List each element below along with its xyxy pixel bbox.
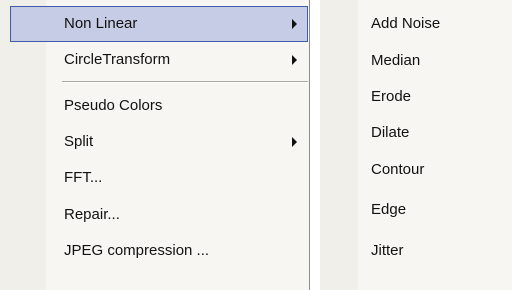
submenu-item-label: Add Noise: [371, 15, 441, 32]
menu-item-label: Repair...: [64, 206, 120, 223]
menu-item-fft[interactable]: FFT...: [10, 160, 308, 196]
submenu-item-label: Median: [371, 52, 421, 69]
menu-separator: [62, 81, 308, 83]
submenu-item-median[interactable]: Median: [320, 43, 512, 79]
submenu-item-jitter[interactable]: Jitter: [320, 233, 512, 269]
submenu-item-label: Edge: [371, 201, 407, 218]
submenu-item-erode[interactable]: Erode: [320, 79, 512, 115]
menu-item-split[interactable]: Split: [10, 124, 308, 160]
submenu-item-dilate[interactable]: Dilate: [320, 115, 512, 151]
chevron-right-icon: [292, 55, 297, 65]
menu-item-label: Non Linear: [64, 15, 138, 32]
menu-item-label: JPEG compression ...: [64, 242, 210, 259]
menu-item-label: Split: [64, 133, 94, 150]
menu-border: [309, 0, 310, 290]
menu-item-jpeg-compression[interactable]: JPEG compression ...: [10, 233, 308, 269]
submenu-item-edge[interactable]: Edge: [320, 192, 512, 228]
non-linear-submenu: Add Noise Median Erode Dilate Contour Ed…: [320, 0, 512, 290]
menu-item-label: Pseudo Colors: [64, 97, 163, 114]
submenu-item-label: Contour: [371, 161, 425, 178]
menu-item-label: CircleTransform: [64, 51, 171, 68]
menu-item-circle-transform[interactable]: CircleTransform: [10, 42, 308, 78]
filters-menu: Non Linear CircleTransform Pseudo Colors…: [0, 0, 310, 290]
submenu-item-contour[interactable]: Contour: [320, 152, 512, 188]
menu-item-label: FFT...: [64, 169, 103, 186]
menu-item-non-linear[interactable]: Non Linear: [10, 6, 308, 42]
chevron-right-icon: [292, 19, 297, 29]
submenu-item-label: Erode: [371, 88, 412, 105]
chevron-right-icon: [292, 137, 297, 147]
menu-item-repair[interactable]: Repair...: [10, 197, 308, 233]
submenu-item-label: Dilate: [371, 124, 410, 141]
submenu-item-label: Jitter: [371, 242, 404, 259]
menu-item-pseudo-colors[interactable]: Pseudo Colors: [10, 88, 308, 124]
menu-stage: Non Linear CircleTransform Pseudo Colors…: [0, 0, 512, 290]
submenu-item-add-noise[interactable]: Add Noise: [320, 6, 512, 42]
